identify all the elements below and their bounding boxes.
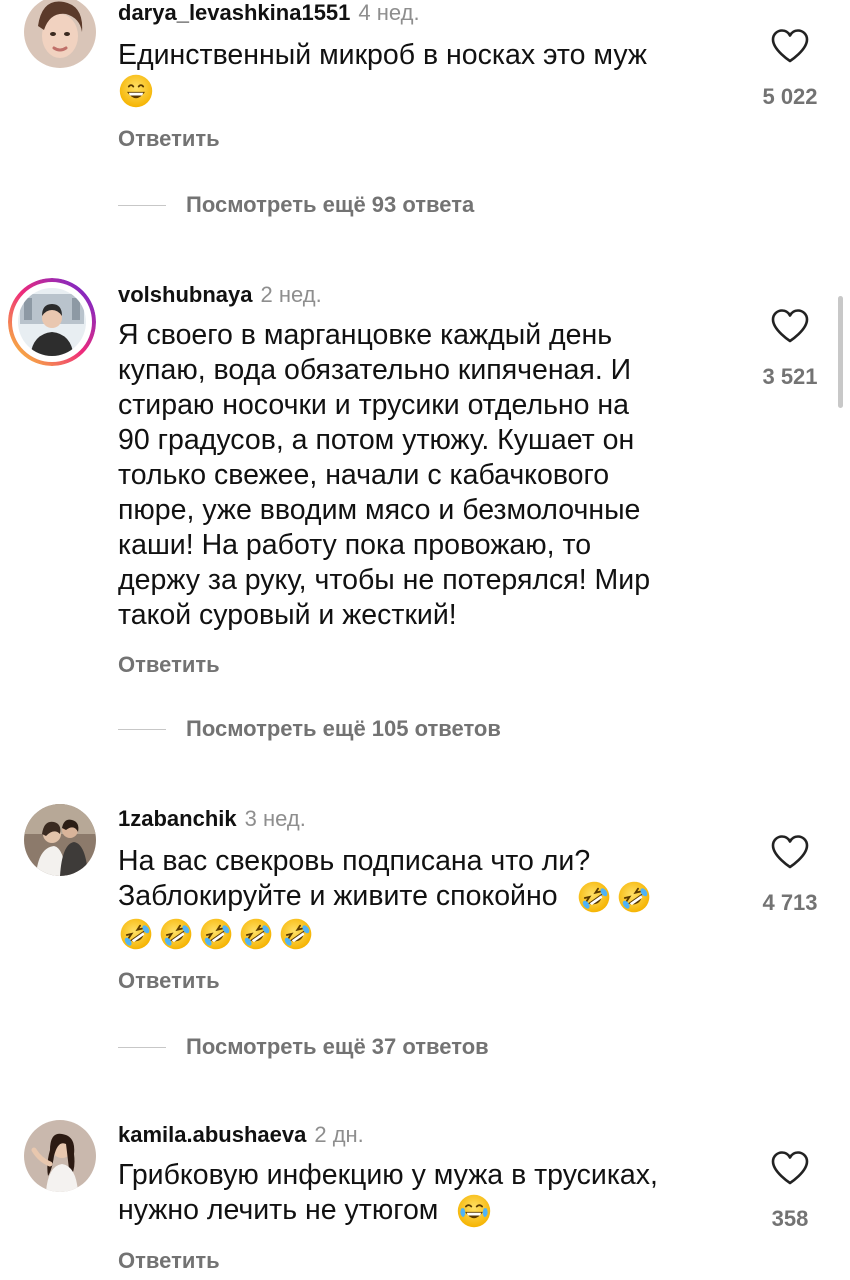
- comment-text: Единственный микроб в носках это муж: [118, 38, 728, 111]
- avatar[interactable]: [24, 804, 96, 876]
- divider-line: [118, 204, 166, 206]
- comment-text: Грибковую инфекцию у мужа в трусиках, ну…: [118, 1158, 728, 1229]
- face-with-tears-of-joy-emoji: [456, 1193, 492, 1229]
- view-replies-label: Посмотреть ещё 37 ответов: [186, 1034, 489, 1059]
- emoji-row: [118, 73, 728, 111]
- reply-button[interactable]: Ответить: [118, 652, 220, 678]
- comment-text-line: держу за руку, чтобы не потерялся! Мир: [118, 564, 651, 596]
- comment-text-span: нужно лечить не утюгом: [118, 1194, 439, 1226]
- avatar[interactable]: [24, 1120, 96, 1192]
- heart-outline-icon[interactable]: [770, 308, 810, 344]
- grinning-face-emoji: [118, 73, 154, 109]
- rolling-on-floor-laughing-emoji: [118, 916, 154, 952]
- view-replies-button[interactable]: Посмотреть ещё 37 ответов: [118, 1034, 489, 1064]
- divider-line: [118, 728, 166, 730]
- comment-text-line: купаю, вода обязательно кипяченая. И: [118, 354, 632, 386]
- reply-button[interactable]: Ответить: [118, 1248, 220, 1274]
- heart-outline-icon[interactable]: [770, 834, 810, 870]
- comment-time: 4 нед.: [358, 0, 420, 25]
- comment-text-line: Я своего в марганцовке каждый день: [118, 319, 613, 351]
- comment-text-line: стираю носочки и трусики отдельно на: [118, 389, 630, 421]
- reply-button[interactable]: Ответить: [118, 126, 220, 152]
- comment-header: volshubnaya 2 нед.: [118, 282, 322, 308]
- comment-header: kamila.abushaeva 2 дн.: [118, 1122, 364, 1148]
- comment-text-span: Заблокируйте и живите спокойно: [118, 880, 558, 912]
- comment-time: 3 нед.: [244, 806, 306, 831]
- rolling-on-floor-laughing-emoji: [238, 916, 274, 952]
- username[interactable]: 1zabanchik: [118, 806, 237, 831]
- username[interactable]: kamila.abushaeva: [118, 1122, 306, 1147]
- like-count: 358: [771, 1206, 809, 1231]
- view-replies-button[interactable]: Посмотреть ещё 105 ответов: [118, 716, 501, 746]
- comment-text-line: каши! На работу пока провожаю, то: [118, 529, 592, 561]
- comment-text: На вас свекровь подписана что ли? Заблок…: [118, 844, 728, 953]
- rolling-on-floor-laughing-emoji: [198, 916, 234, 952]
- comment-text: Я своего в марганцовке каждый день купаю…: [118, 318, 728, 633]
- reply-button[interactable]: Ответить: [118, 968, 220, 994]
- comment-text-line: такой суровый и жесткий!: [118, 599, 457, 631]
- comment-time: 2 дн.: [314, 1122, 364, 1147]
- comment-text-line: Грибковую инфекцию у мужа в трусиках,: [118, 1159, 658, 1191]
- rolling-on-floor-laughing-emoji: [576, 879, 612, 915]
- heart-outline-icon[interactable]: [770, 1150, 810, 1186]
- comment-text-line: 90 градусов, а потом утюжу. Кушает он: [118, 424, 635, 456]
- comment-header: 1zabanchik 3 нед.: [118, 806, 306, 832]
- view-replies-label: Посмотреть ещё 105 ответов: [186, 716, 501, 741]
- rolling-on-floor-laughing-emoji: [158, 916, 194, 952]
- like-count: 5 022: [762, 84, 818, 109]
- divider-line: [118, 1046, 166, 1048]
- avatar[interactable]: [8, 278, 96, 366]
- username[interactable]: volshubnaya: [118, 282, 252, 307]
- view-replies-button[interactable]: Посмотреть ещё 93 ответа: [118, 192, 474, 222]
- comment-text-line: пюре, уже вводим мясо и безмолочные: [118, 494, 641, 526]
- username[interactable]: darya_levashkina1551: [118, 0, 350, 25]
- comment-text-line: только свежее, начали с кабачкового: [118, 459, 610, 491]
- rolling-on-floor-laughing-emoji: [616, 879, 652, 915]
- rolling-on-floor-laughing-emoji: [278, 916, 314, 952]
- comment-text-line: Единственный микроб в носках это муж: [118, 39, 647, 71]
- heart-outline-icon[interactable]: [770, 28, 810, 64]
- like-count: 3 521: [762, 364, 818, 389]
- emoji-row: [118, 915, 728, 953]
- scrollbar[interactable]: [838, 296, 843, 408]
- like-count: 4 713: [762, 890, 818, 915]
- comment-time: 2 нед.: [260, 282, 322, 307]
- comment-header: darya_levashkina1551 4 нед.: [118, 0, 420, 26]
- comment-text-line: Заблокируйте и живите спокойно: [118, 879, 728, 915]
- view-replies-label: Посмотреть ещё 93 ответа: [186, 192, 475, 217]
- comment-text-line: нужно лечить не утюгом: [118, 1193, 728, 1229]
- comment-text-line: На вас свекровь подписана что ли?: [118, 845, 591, 877]
- avatar[interactable]: [24, 0, 96, 68]
